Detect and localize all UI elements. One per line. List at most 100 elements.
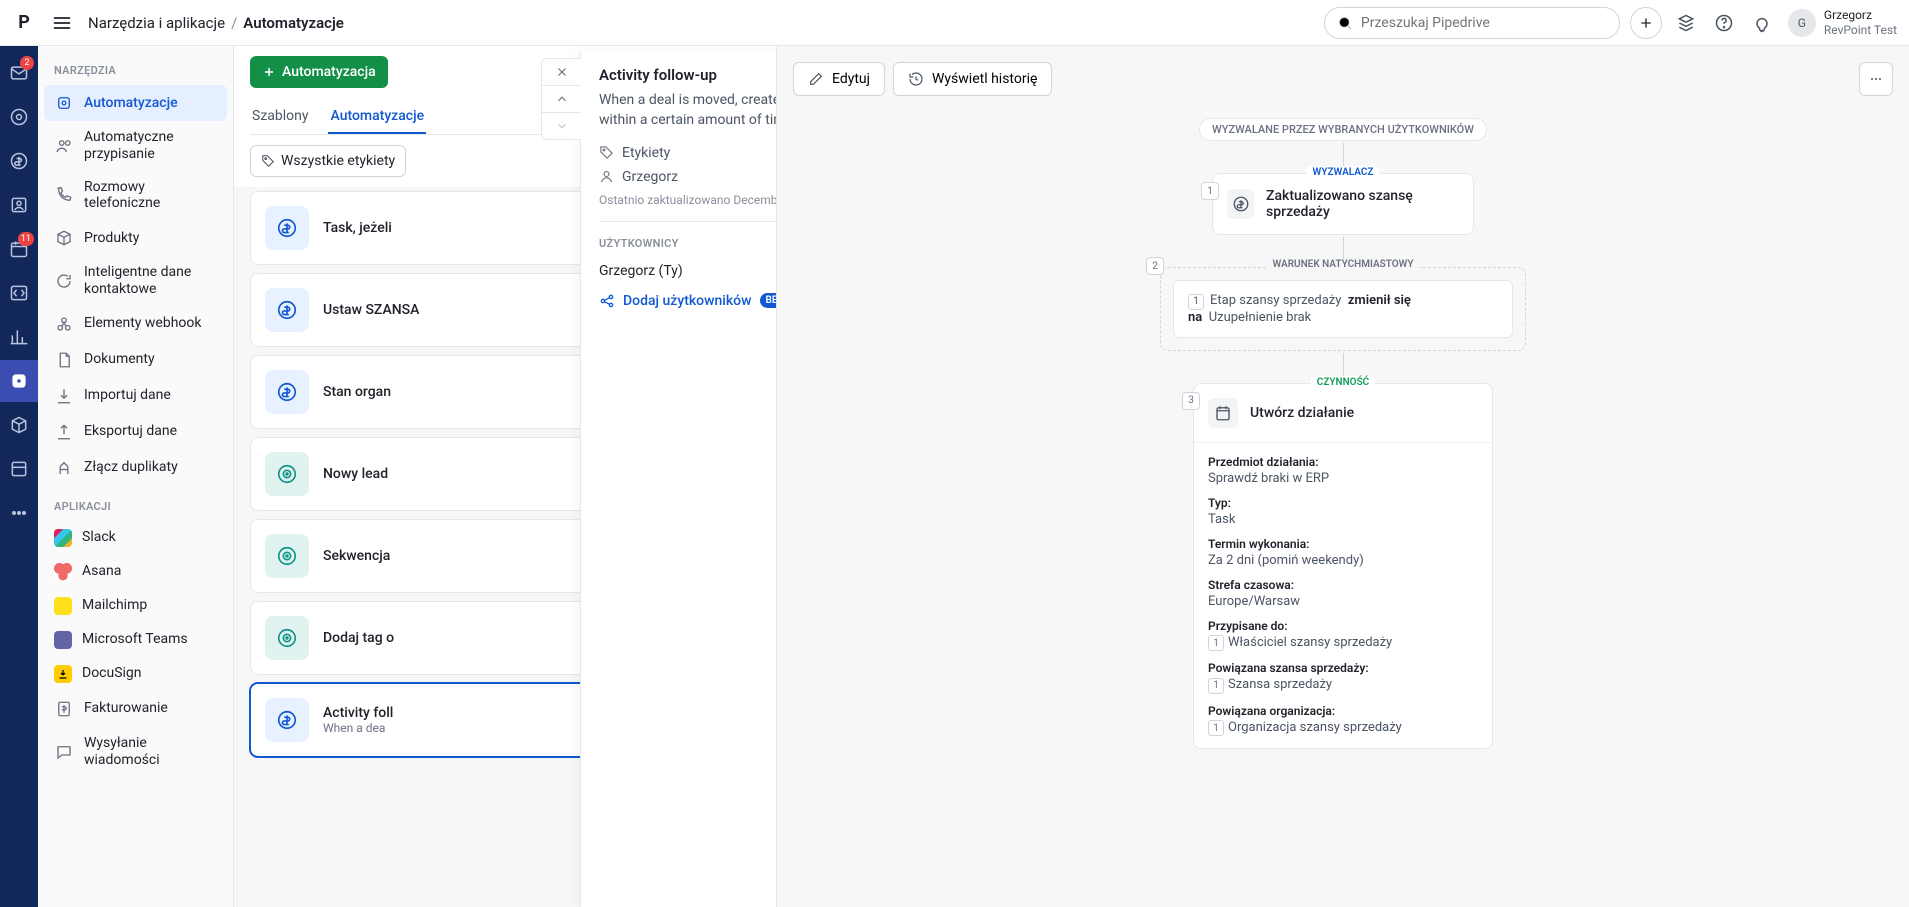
sidebar-item-label: Produkty xyxy=(84,230,139,247)
tab-automations[interactable]: Automatyzacje xyxy=(328,100,426,134)
add-users-button[interactable]: Dodaj użytkowników BETA xyxy=(599,293,777,309)
flow-condition-node[interactable]: 1Etap szansy sprzedaży zmienił się na Uz… xyxy=(1173,280,1513,338)
edit-button[interactable]: Edytuj xyxy=(793,62,885,96)
sidebar-item-automations[interactable]: Automatyzacje xyxy=(44,85,227,121)
inline-num: 1 xyxy=(1188,294,1204,310)
rail-calendar[interactable]: 11 xyxy=(0,228,38,270)
sidebar-item-label: Eksportuj dane xyxy=(84,423,177,440)
automation-details-panel: Activity follow-up When a deal is moved,… xyxy=(580,52,777,907)
sidebar-item-webhooks[interactable]: Elementy webhook xyxy=(44,306,227,342)
flow-canvas[interactable]: Edytuj Wyświetl historię WYZWALANE PRZEZ… xyxy=(777,46,1909,907)
search-input-wrap[interactable] xyxy=(1324,7,1620,39)
field-label: Powiązana organizacja: xyxy=(1208,704,1478,718)
sidebar-item-label: Slack xyxy=(82,529,116,546)
rail-insights[interactable] xyxy=(0,316,38,358)
sidebar-app-messaging[interactable]: Wysyłanie wiadomości xyxy=(44,727,227,777)
export-icon xyxy=(54,422,74,442)
sidebar-item-label: Rozmowy telefoniczne xyxy=(84,179,217,213)
breadcrumb-separator: / xyxy=(231,14,237,32)
help-icon[interactable] xyxy=(1712,11,1736,35)
breadcrumb: Narzędzia i aplikacje / Automatyzacje xyxy=(88,14,344,32)
field-label: Typ: xyxy=(1208,496,1478,510)
slack-icon xyxy=(54,529,72,547)
rail-automations[interactable] xyxy=(0,360,38,402)
details-updated: Ostatnio zaktualizowano December 4, 2023 xyxy=(599,193,777,207)
tag-icon xyxy=(599,145,614,160)
app-logo[interactable]: P xyxy=(12,11,36,35)
sidebar-item-label: Importuj dane xyxy=(84,387,171,404)
history-button[interactable]: Wyświetl historię xyxy=(893,62,1052,96)
rail-more[interactable] xyxy=(0,492,38,534)
sidebar-app-asana[interactable]: Asana xyxy=(44,555,227,589)
add-button[interactable] xyxy=(1630,7,1662,39)
webhook-icon xyxy=(54,314,74,334)
sidebar-app-mailchimp[interactable]: Mailchimp xyxy=(44,589,227,623)
rail-projects[interactable] xyxy=(0,272,38,314)
sidebar-item-label: Złącz duplikaty xyxy=(84,459,178,476)
inline-num: 1 xyxy=(1208,678,1224,694)
cond-text: Etap szansy sprzedaży xyxy=(1210,293,1341,308)
sidebar-app-docusign[interactable]: DocuSign xyxy=(44,657,227,691)
history-label: Wyświetl historię xyxy=(932,71,1037,87)
details-owner-row: Grzegorz xyxy=(599,169,777,185)
document-icon xyxy=(54,350,74,370)
box-icon xyxy=(54,228,74,248)
pencil-icon xyxy=(808,71,824,87)
asana-icon xyxy=(54,563,72,581)
flow-action-node[interactable]: 3 CZYNNOŚĆ Utwórz działanie Przedmiot dz… xyxy=(1193,383,1493,750)
sidebar-item-products[interactable]: Produkty xyxy=(44,220,227,256)
menu-toggle-icon[interactable] xyxy=(48,9,76,37)
marketplace-icon[interactable] xyxy=(1674,11,1698,35)
details-labels-row[interactable]: Etykiety xyxy=(599,145,777,161)
search-input[interactable] xyxy=(1361,15,1607,31)
breadcrumb-parent[interactable]: Narzędzia i aplikacje xyxy=(88,14,225,32)
sidebar-item-documents[interactable]: Dokumenty xyxy=(44,342,227,378)
sidebar-item-merge[interactable]: Złącz duplikaty xyxy=(44,450,227,486)
nav-rail: 2 11 xyxy=(0,46,38,907)
sidebar-item-calls[interactable]: Rozmowy telefoniczne xyxy=(44,171,227,221)
deal-icon xyxy=(265,206,309,250)
tab-templates[interactable]: Szablony xyxy=(250,100,310,134)
rail-mail[interactable]: 2 xyxy=(0,52,38,94)
add-automation-button[interactable]: Automatyzacja xyxy=(250,56,388,88)
sidebar-item-label: Wysyłanie wiadomości xyxy=(84,735,217,769)
rail-deals[interactable] xyxy=(0,140,38,182)
share-icon xyxy=(599,293,615,309)
card-title: Dodaj tag o xyxy=(323,630,394,646)
chevron-down-icon[interactable] xyxy=(542,113,581,139)
field-value: Za 2 dni (pomiń weekendy) xyxy=(1208,553,1478,568)
field-value: Organizacja szansy sprzedaży xyxy=(1228,720,1402,735)
mailchimp-icon xyxy=(54,597,72,615)
field-label: Strefa czasowa: xyxy=(1208,578,1478,592)
flow-trigger-node[interactable]: 1 WYZWALACZ Zaktualizowano szansę sprzed… xyxy=(1212,173,1474,235)
sidebar-item-export[interactable]: Eksportuj dane xyxy=(44,414,227,450)
teams-icon xyxy=(54,631,72,649)
assignment-icon xyxy=(54,136,74,156)
sidebar-app-slack[interactable]: Slack xyxy=(44,521,227,555)
details-user-row: Grzegorz (Ty) Aktywny xyxy=(599,263,777,279)
assistant-icon[interactable] xyxy=(1750,11,1774,35)
inline-num: 1 xyxy=(1208,720,1224,736)
sidebar-item-assignment[interactable]: Automatyczne przypisanie xyxy=(44,121,227,171)
close-icon[interactable] xyxy=(542,59,581,85)
sidebar-app-invoicing[interactable]: Fakturowanie xyxy=(44,691,227,727)
rail-marketplace[interactable] xyxy=(0,448,38,490)
labels-filter[interactable]: Wszystkie etykiety xyxy=(250,145,406,177)
sidebar-item-smartdata[interactable]: Inteligentne dane kontaktowe xyxy=(44,256,227,306)
rail-products[interactable] xyxy=(0,404,38,446)
target-icon xyxy=(265,534,309,578)
sidebar-item-label: Automatyczne przypisanie xyxy=(84,129,217,163)
details-owner-text: Grzegorz xyxy=(622,169,678,185)
inline-num: 1 xyxy=(1208,635,1224,651)
user-menu[interactable]: G Grzegorz RevPoint Test xyxy=(1788,8,1897,37)
rail-leads[interactable] xyxy=(0,96,38,138)
node-number: 1 xyxy=(1201,182,1219,200)
rail-contacts[interactable] xyxy=(0,184,38,226)
card-title: Sekwencja xyxy=(323,548,390,564)
more-menu[interactable] xyxy=(1859,62,1893,96)
edit-label: Edytuj xyxy=(832,71,870,87)
add-users-label: Dodaj użytkowników xyxy=(623,293,752,309)
sidebar-app-teams[interactable]: Microsoft Teams xyxy=(44,623,227,657)
chevron-up-icon[interactable] xyxy=(542,86,581,112)
sidebar-item-import[interactable]: Importuj dane xyxy=(44,378,227,414)
